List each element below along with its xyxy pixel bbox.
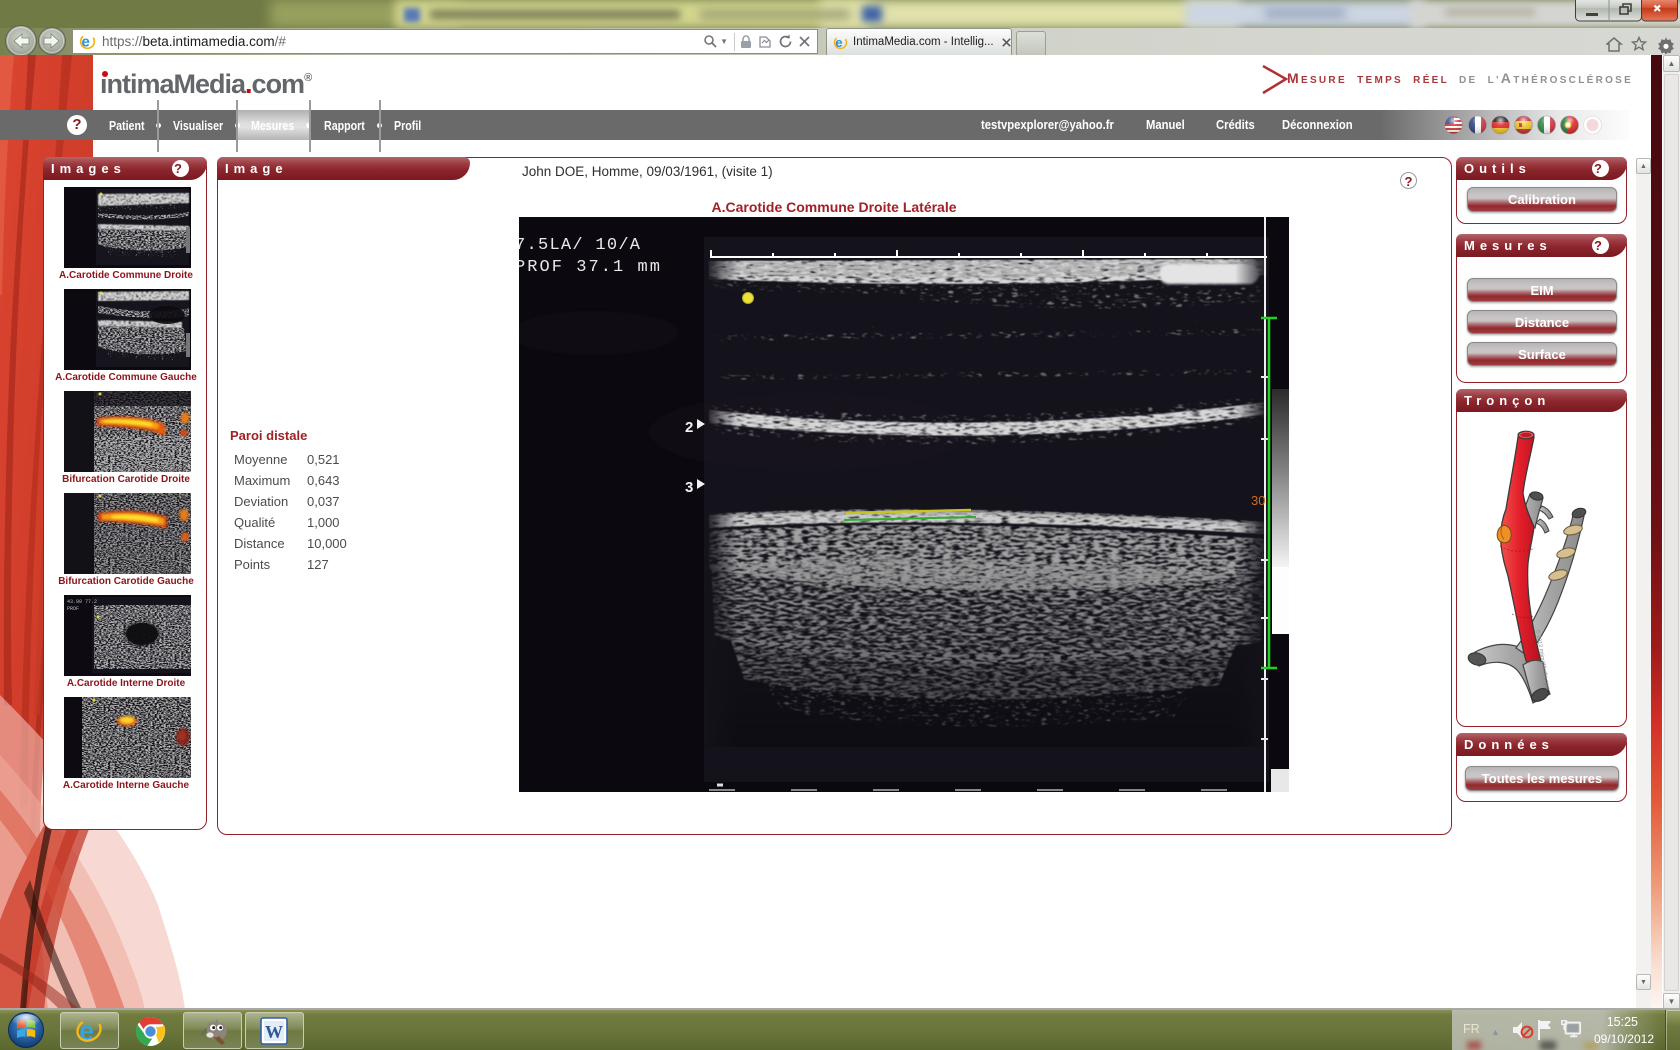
svg-text:43.98 77.2: 43.98 77.2 [67,599,97,605]
svg-text:7.5LA/ 10/A: 7.5LA/ 10/A [519,236,641,255]
svg-text:PROF 37.1 mm: PROF 37.1 mm [519,258,660,277]
svg-text:PROF: PROF [67,606,79,612]
svg-text:3: 3 [685,479,693,496]
svg-text:2: 2 [685,419,693,436]
svg-text:W: W [265,1022,283,1042]
svg-text:30: 30 [1251,493,1265,508]
